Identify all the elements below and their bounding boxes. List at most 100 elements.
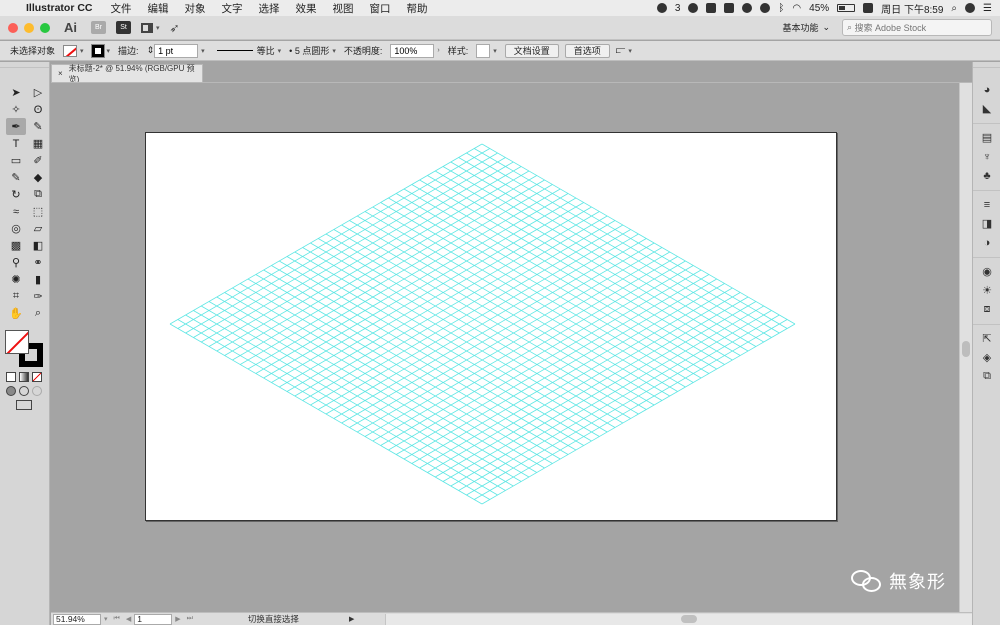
first-artboard-icon[interactable]: ⏮ <box>114 615 120 623</box>
stroke-label[interactable]: 描边: <box>118 44 139 57</box>
stroke-weight-field[interactable] <box>154 43 199 58</box>
chevron-down-icon[interactable]: ▾ <box>628 47 632 55</box>
preferences-button[interactable]: 首选项 <box>564 43 610 58</box>
menu-effect[interactable]: 效果 <box>296 1 317 16</box>
tool-hint-text[interactable]: 切换直接选择 <box>248 613 299 625</box>
notification-center-icon[interactable]: ☰ <box>983 3 992 14</box>
shaper-tool-icon[interactable]: ✎ <box>6 169 26 186</box>
chevron-right-icon[interactable]: › <box>437 47 439 54</box>
siri-icon[interactable] <box>965 3 976 13</box>
stepper-icon[interactable]: ⇕ <box>147 45 155 56</box>
mesh-tool-icon[interactable]: ▩ <box>6 237 26 254</box>
status-menu-icon[interactable]: ▶ <box>349 615 354 623</box>
gradient-panel-icon[interactable]: ◨ <box>973 214 1000 233</box>
spotlight-icon[interactable]: ⌕ <box>951 3 957 14</box>
workspace-switcher[interactable]: 基本功能 ⌄ <box>782 21 830 34</box>
chevron-down-icon[interactable]: ▾ <box>493 47 497 55</box>
layers-panel-icon[interactable]: ◈ <box>973 348 1000 367</box>
slice-tool-icon[interactable]: ✑ <box>28 288 48 305</box>
grid-tool-icon[interactable]: ▦ <box>28 135 48 152</box>
menu-edit[interactable]: 编辑 <box>148 1 169 16</box>
menu-object[interactable]: 对象 <box>185 1 206 16</box>
menu-window[interactable]: 窗口 <box>370 1 391 16</box>
hand-tool-icon[interactable]: ✋ <box>6 305 26 322</box>
graphic-style-control[interactable]: ▾ <box>476 43 497 58</box>
sync-icon[interactable] <box>742 3 753 13</box>
eraser-tool-icon[interactable]: ◆ <box>28 169 48 186</box>
chevron-down-icon[interactable]: ▾ <box>332 47 336 55</box>
gpu-performance-icon[interactable]: ➶ <box>170 21 180 35</box>
app-status-icon-4[interactable] <box>760 3 771 13</box>
stock-button[interactable]: St <box>116 21 131 34</box>
eyedropper-tool-icon[interactable]: ⚲ <box>6 254 26 271</box>
width-tool-icon[interactable]: ≈ <box>6 203 26 220</box>
minimize-window-button[interactable] <box>24 22 34 33</box>
bluetooth-icon[interactable]: ᛒ <box>778 3 784 14</box>
graphic-style-swatch[interactable] <box>476 43 491 58</box>
chevron-down-icon[interactable]: ▾ <box>278 47 282 55</box>
stroke-color-control[interactable]: ▾ <box>90 43 111 58</box>
fill-box[interactable] <box>5 330 29 354</box>
fill-color-control[interactable]: ▾ <box>63 44 84 57</box>
opacity-control[interactable]: › <box>390 43 440 58</box>
draw-normal-icon[interactable] <box>6 386 16 396</box>
document-setup-button[interactable]: 文档设置 <box>504 43 559 58</box>
brushes-panel-icon[interactable]: ♆ <box>973 147 1000 166</box>
chevron-down-icon[interactable]: ▾ <box>107 47 111 55</box>
fill-none-swatch[interactable] <box>63 44 78 57</box>
symbols-panel-icon[interactable]: ♣ <box>973 166 1000 185</box>
color-mode-icon[interactable] <box>6 372 16 382</box>
next-artboard-icon[interactable]: ▶ <box>175 615 180 623</box>
battery-icon[interactable] <box>837 4 856 12</box>
zoom-tool-icon[interactable]: ⌕ <box>28 305 48 322</box>
curvature-tool-icon[interactable]: ✎ <box>28 118 48 135</box>
opacity-field[interactable] <box>390 43 435 58</box>
close-tab-icon[interactable]: × <box>58 69 63 78</box>
color-panel-icon[interactable]: ◕ <box>973 80 1000 99</box>
horizontal-scroll-thumb[interactable] <box>681 614 698 623</box>
graphic-styles-panel-icon[interactable]: ⧈ <box>973 300 1000 319</box>
app-status-icon-5[interactable] <box>863 3 874 13</box>
arrange-menu[interactable]: ⫍ ▾ <box>616 45 632 56</box>
direct-selection-tool-icon[interactable]: ▷ <box>28 84 48 101</box>
menu-view[interactable]: 视图 <box>333 1 354 16</box>
menu-type[interactable]: 文字 <box>222 1 243 16</box>
align-icon[interactable]: ⫍ <box>616 45 626 56</box>
shape-builder-tool-icon[interactable]: ◎ <box>6 220 26 237</box>
stroke-panel-icon[interactable]: ≡ <box>973 195 1000 214</box>
close-window-button[interactable] <box>8 22 18 33</box>
chevron-down-icon[interactable]: ▾ <box>201 47 205 55</box>
screen-mode-icon[interactable] <box>16 400 32 410</box>
stroke-weight-input[interactable] <box>158 45 195 56</box>
type-tool-icon[interactable]: T <box>6 135 26 152</box>
lasso-tool-icon[interactable]: ʘ <box>28 101 48 118</box>
variable-width-profile[interactable]: 等比 ▾ <box>213 44 282 57</box>
magic-wand-tool-icon[interactable]: ✧ <box>6 101 26 118</box>
vertical-scrollbar[interactable] <box>959 83 972 612</box>
wifi-icon[interactable]: ◠ <box>792 3 801 14</box>
canvas-area[interactable]: 無象形 <box>51 83 959 612</box>
color-guide-icon[interactable]: ◣ <box>973 99 1000 118</box>
artboard-tool-icon[interactable]: ⌗ <box>6 288 26 305</box>
adobe-stock-search[interactable]: ⌕ <box>842 19 992 36</box>
app-status-icon-1[interactable] <box>688 3 699 13</box>
zoom-level-field[interactable]: 51.94% <box>53 613 101 625</box>
menu-help[interactable]: 帮助 <box>407 1 428 16</box>
transparency-panel-icon[interactable]: ◑ <box>973 233 1000 252</box>
menu-file[interactable]: 文件 <box>111 1 132 16</box>
menu-select[interactable]: 选择 <box>259 1 280 16</box>
document-tab[interactable]: × 未标题-2* @ 51.94% (RGB/GPU 预览) <box>51 64 203 84</box>
app-status-icon-2[interactable] <box>706 3 717 13</box>
previous-artboard-icon[interactable]: ◀ <box>126 615 131 623</box>
opacity-input[interactable] <box>394 45 431 56</box>
pen-tool-icon[interactable]: ✒ <box>6 118 26 135</box>
last-artboard-icon[interactable]: ⏭ <box>187 615 193 623</box>
gradient-mode-icon[interactable] <box>19 372 29 382</box>
none-mode-icon[interactable] <box>32 372 42 382</box>
horizontal-scrollbar[interactable] <box>385 613 972 625</box>
perspective-grid-tool-icon[interactable]: ▱ <box>28 220 48 237</box>
paintbrush-tool-icon[interactable]: ✐ <box>28 152 48 169</box>
stroke-black-swatch[interactable] <box>90 43 105 58</box>
stroke-weight-control[interactable]: ⇕ ▾ <box>147 43 205 58</box>
stock-search-input[interactable] <box>854 22 975 33</box>
